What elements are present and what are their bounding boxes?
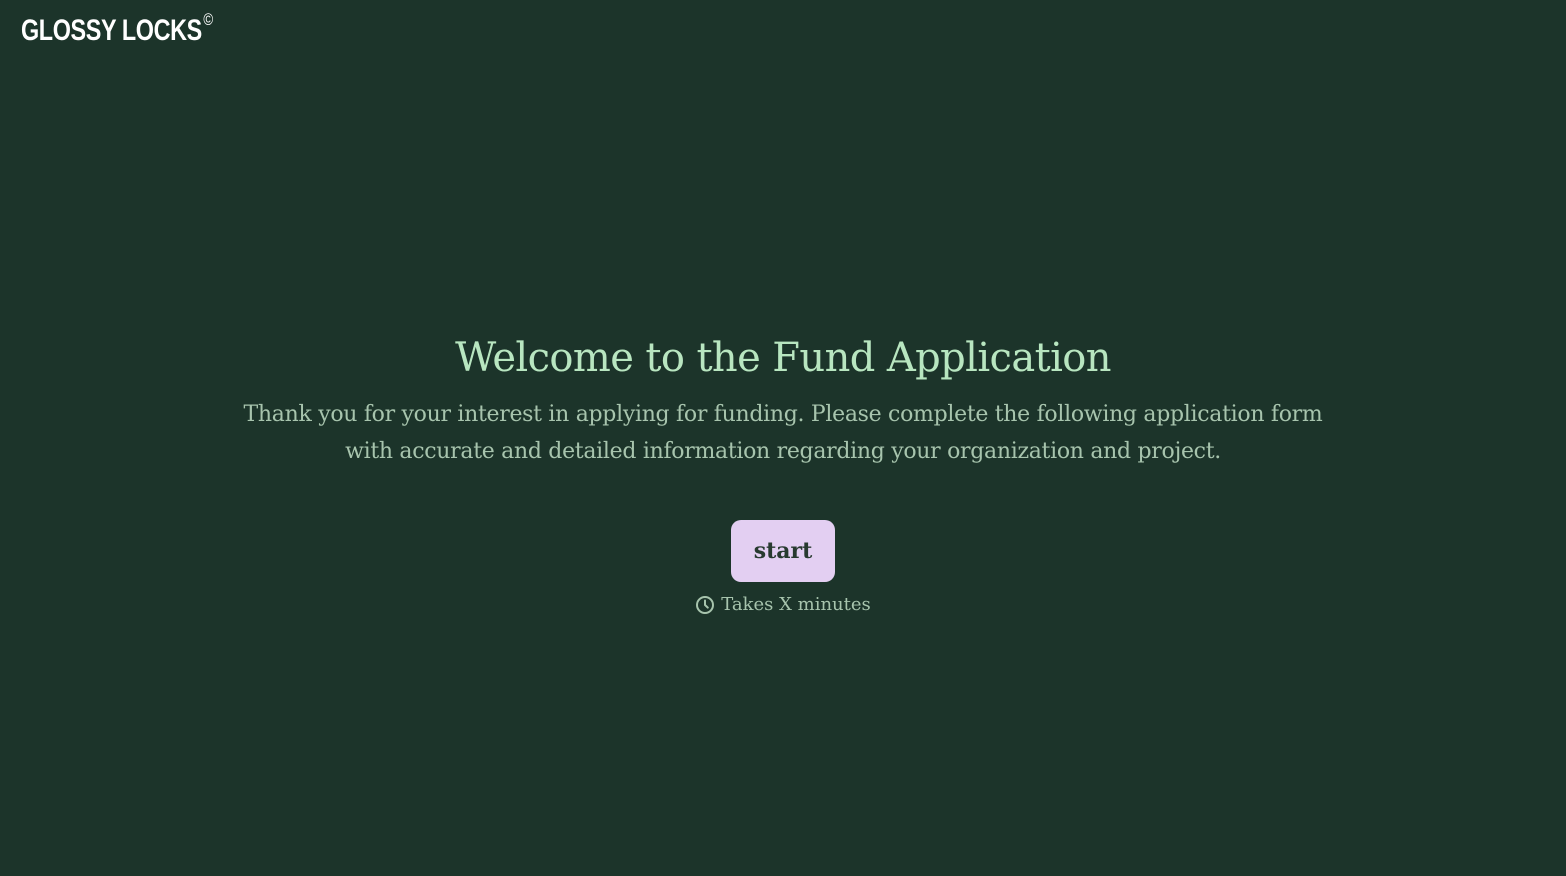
page-title: Welcome to the Fund Application: [455, 335, 1111, 381]
clock-icon: [696, 595, 715, 614]
copyright-mark: ©: [203, 10, 213, 29]
duration-text: Takes X minutes: [721, 594, 871, 615]
start-button[interactable]: start: [731, 520, 835, 582]
brand-logo: GLOSSY LOCKS©: [21, 10, 213, 48]
duration-info: Takes X minutes: [0, 594, 1566, 615]
welcome-screen: Welcome to the Fund Application Thank yo…: [0, 330, 1566, 615]
intro-text: Thank you for your interest in applying …: [243, 402, 1323, 464]
brand-name: GLOSSY LOCKS: [21, 14, 202, 47]
